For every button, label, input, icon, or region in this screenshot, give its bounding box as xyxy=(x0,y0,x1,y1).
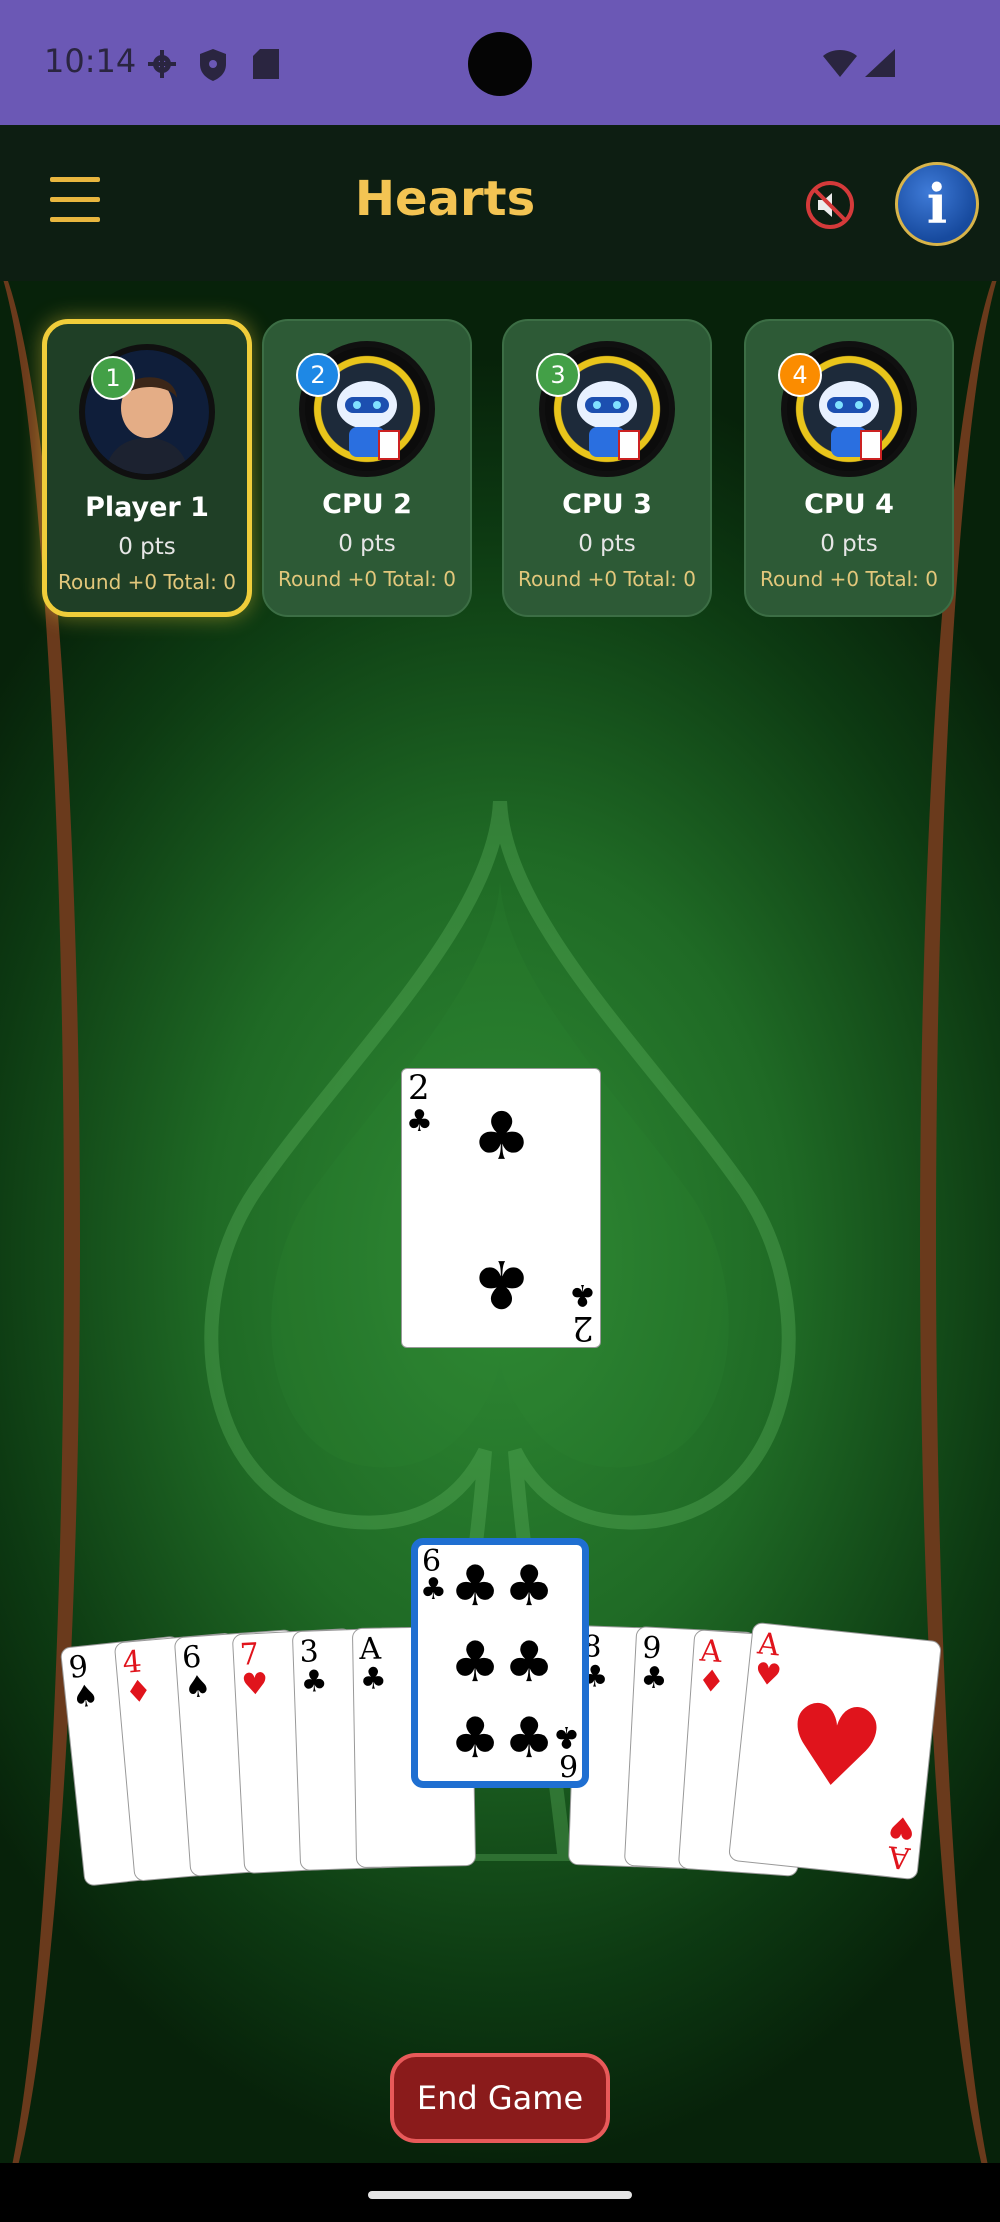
player-card-cpu-3[interactable]: 3 CPU 3 0 pts Round +0 Total: 0 xyxy=(502,319,712,617)
card-pip: ♣ xyxy=(504,1554,555,1619)
card-suit: ♦ xyxy=(696,1663,726,1701)
end-game-button[interactable]: End Game xyxy=(390,2053,610,2143)
hamburger-menu-icon[interactable] xyxy=(50,177,100,223)
card-suit: ♣ xyxy=(406,1104,433,1139)
player-name: CPU 4 xyxy=(804,489,894,520)
page-title: Hearts xyxy=(354,171,536,227)
card-rank: 3 xyxy=(298,1634,320,1670)
gear-icon xyxy=(148,50,176,78)
player-name: CPU 2 xyxy=(322,489,412,520)
card-suit: ♣ xyxy=(553,1719,580,1754)
status-time: 10:14 xyxy=(44,42,137,80)
camera-cutout xyxy=(468,32,532,96)
card-suit: ♥ xyxy=(886,1808,918,1846)
player-card-player-1[interactable]: 1 Player 1 0 pts Round +0 Total: 0 xyxy=(42,319,252,617)
card-suit: ♣ xyxy=(639,1660,669,1697)
card-suit: ♠ xyxy=(70,1678,101,1716)
card-suit: ♣ xyxy=(569,1277,596,1312)
status-bar: 10:14 xyxy=(0,0,1000,125)
player-number-badge: 1 xyxy=(91,356,135,400)
player-points: 0 pts xyxy=(118,534,176,560)
player-points: 0 pts xyxy=(820,531,878,557)
card-rank: 2 xyxy=(408,1068,430,1108)
trick-card: 2 ♣ ♣ ♣ 2 ♣ xyxy=(401,1068,601,1348)
sd-card-icon xyxy=(253,49,279,79)
player-name: CPU 3 xyxy=(562,489,652,520)
card-pip: ♣ xyxy=(450,1706,501,1771)
hand-card[interactable]: A ♥ ♥ A ♥ xyxy=(727,1621,943,1881)
card-suit: ♦ xyxy=(123,1673,154,1711)
card-pip: ♣ xyxy=(504,1630,555,1695)
player-number-badge: 3 xyxy=(536,353,580,397)
card-rank: A xyxy=(358,1631,382,1667)
card-pip: ♣ xyxy=(472,1245,532,1322)
shield-icon xyxy=(200,49,226,81)
player-card-cpu-2[interactable]: 2 CPU 2 0 pts Round +0 Total: 0 xyxy=(262,319,472,617)
selected-hand-card[interactable]: 6 ♣ ♣ ♣ ♣ ♣ ♣ ♣ 6 ♣ xyxy=(411,1538,589,1788)
card-pip: ♣ xyxy=(504,1706,555,1771)
system-nav-bar xyxy=(0,2163,1000,2222)
wifi-icon xyxy=(823,50,857,77)
card-pip: ♣ xyxy=(472,1098,532,1175)
speaker-muted-icon[interactable] xyxy=(805,180,855,230)
card-suit: ♥ xyxy=(240,1666,270,1703)
info-button[interactable]: i xyxy=(895,162,979,246)
player-points: 0 pts xyxy=(578,531,636,557)
player-name: Player 1 xyxy=(85,492,209,523)
card-suit: ♣ xyxy=(359,1661,388,1697)
card-pip: ♣ xyxy=(450,1554,501,1619)
player-round-total: Round +0 Total: 0 xyxy=(277,567,456,591)
player-number-badge: 4 xyxy=(778,353,822,397)
card-suit: ♣ xyxy=(420,1572,447,1607)
player-round-total: Round +0 Total: 0 xyxy=(57,570,236,594)
card-suit: ♥ xyxy=(752,1656,784,1694)
card-suit: ♠ xyxy=(183,1669,213,1706)
player-round-total: Round +0 Total: 0 xyxy=(517,567,696,591)
signal-icon xyxy=(865,49,895,77)
card-rank: 2 xyxy=(572,1308,594,1348)
player-card-cpu-4[interactable]: 4 CPU 4 0 pts Round +0 Total: 0 xyxy=(744,319,954,617)
card-pip: ♥ xyxy=(779,1678,891,1816)
player-points: 0 pts xyxy=(338,531,396,557)
card-pip: ♣ xyxy=(450,1630,501,1695)
home-gesture-handle[interactable] xyxy=(368,2191,632,2199)
app-header: Hearts i xyxy=(0,125,1000,281)
card-suit: ♣ xyxy=(300,1663,329,1700)
player-number-badge: 2 xyxy=(296,353,340,397)
game-table: 1 Player 1 0 pts Round +0 Total: 0 2 CPU… xyxy=(0,281,1000,2163)
player-round-total: Round +0 Total: 0 xyxy=(759,567,938,591)
